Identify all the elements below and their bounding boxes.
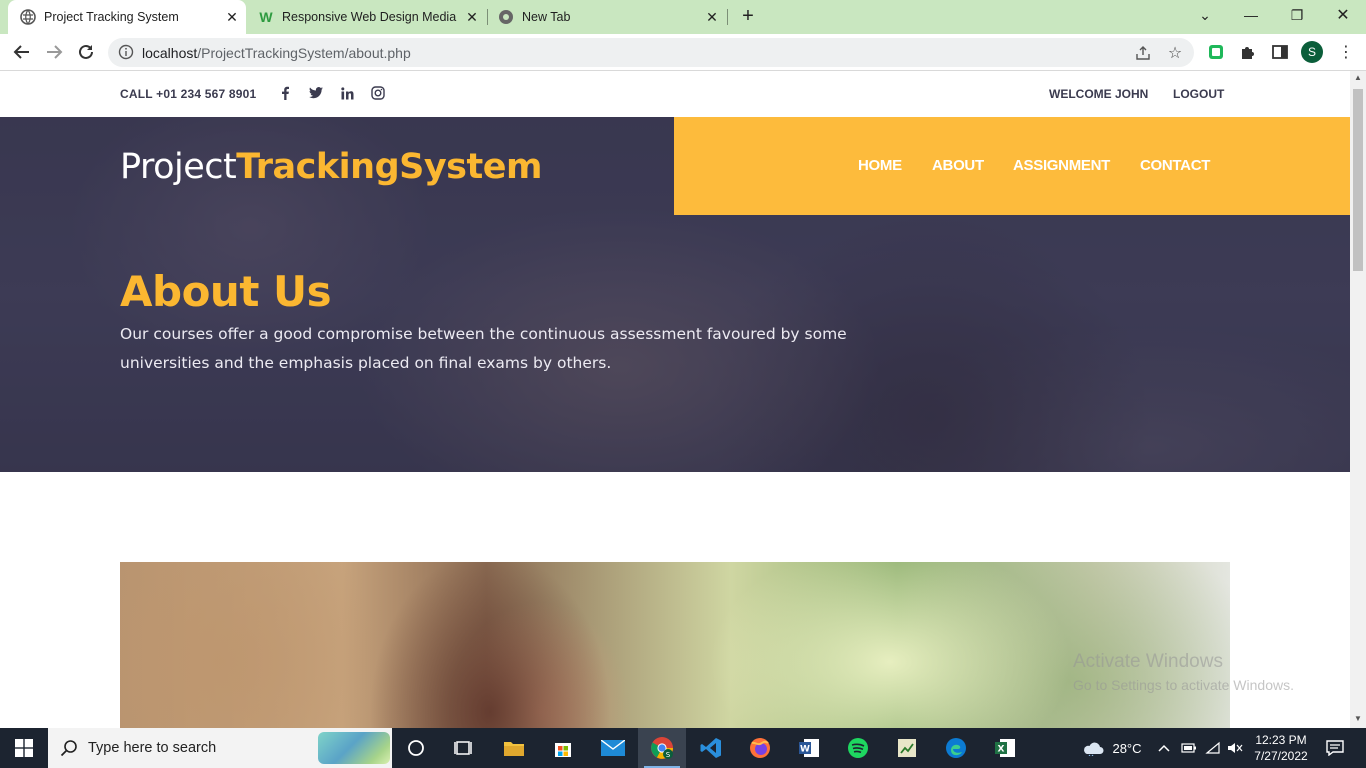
nav-home[interactable]: HOME	[858, 157, 902, 174]
taskbar-search-box[interactable]: Type here to search	[48, 728, 392, 768]
excel-icon[interactable]: X	[981, 728, 1029, 768]
tab-title: Responsive Web Design Media Q	[282, 10, 458, 24]
call-phone-text: CALL +01 234 567 8901	[120, 87, 257, 101]
page-scrollbar[interactable]: ▲ ▼	[1350, 71, 1366, 728]
volume-muted-icon[interactable]	[1226, 728, 1244, 768]
page-viewport: CALL +01 234 567 8901 WELCOME JOHN LOGOU…	[0, 71, 1350, 728]
w-logo-icon: W	[259, 9, 273, 25]
minimize-icon[interactable]: —	[1228, 0, 1274, 30]
window-close-icon[interactable]: ✕	[1320, 0, 1366, 30]
close-icon[interactable]: ✕	[704, 9, 720, 25]
linkedin-icon[interactable]	[339, 85, 355, 101]
svg-text:W: W	[800, 745, 810, 755]
about-hero-banner: ProjectTrackingSystem HOME ABOUT ASSIGNM…	[0, 117, 1350, 472]
watermark-title: Activate Windows	[1073, 651, 1223, 672]
word-icon[interactable]: W	[785, 728, 833, 768]
tab-title: Project Tracking System	[44, 10, 179, 24]
svg-text:X: X	[998, 745, 1005, 755]
nav-assignment[interactable]: ASSIGNMENT	[1013, 157, 1110, 174]
tab-divider	[727, 9, 728, 25]
scrollbar-thumb[interactable]	[1353, 89, 1363, 271]
search-placeholder: Type here to search	[88, 740, 217, 756]
main-navigation: HOME ABOUT ASSIGNMENT CONTACT	[674, 117, 1350, 215]
about-student-photo	[120, 562, 1230, 728]
weather-temperature[interactable]: 28°C	[1110, 728, 1144, 768]
site-info-icon[interactable]	[118, 44, 134, 60]
extensions-puzzle-icon[interactable]	[1238, 42, 1258, 62]
hero-description: Our courses offer a good compromise betw…	[120, 325, 847, 372]
clock-date: 7/27/2022	[1254, 749, 1308, 763]
wifi-icon[interactable]	[1204, 728, 1222, 768]
forward-arrow-icon[interactable]	[42, 40, 66, 64]
reload-icon[interactable]	[74, 40, 98, 64]
twitter-icon[interactable]	[308, 85, 324, 101]
nav-contact[interactable]: CONTACT	[1140, 157, 1210, 174]
close-icon[interactable]: ✕	[464, 9, 480, 25]
chart-app-icon[interactable]	[883, 728, 931, 768]
search-highlight-illustration	[318, 732, 390, 764]
extension-green-icon[interactable]	[1206, 42, 1226, 62]
logout-link[interactable]: LOGOUT	[1173, 87, 1224, 101]
chevron-up-icon[interactable]	[1156, 728, 1172, 768]
svg-text:S: S	[666, 751, 671, 759]
mail-icon[interactable]	[589, 728, 637, 768]
vscode-icon[interactable]	[687, 728, 735, 768]
clock-time: 12:23 PM	[1255, 733, 1307, 747]
weather-cloud-icon[interactable]	[1080, 728, 1106, 768]
spotify-icon[interactable]	[834, 728, 882, 768]
instagram-icon[interactable]	[370, 85, 386, 101]
firefox-icon[interactable]	[736, 728, 784, 768]
file-explorer-icon[interactable]	[490, 728, 538, 768]
tab-project-tracking[interactable]: Project Tracking System ✕	[8, 0, 246, 34]
edge-icon[interactable]	[932, 728, 980, 768]
logo-plain-text: Project	[120, 147, 237, 187]
browser-toolbar: localhost/ProjectTrackingSystem/about.ph…	[0, 34, 1366, 71]
profile-avatar[interactable]: S	[1301, 41, 1323, 63]
scroll-up-arrow-icon[interactable]: ▲	[1350, 73, 1366, 87]
tab-search-chevron-icon[interactable]: ⌄	[1182, 0, 1228, 30]
facebook-icon[interactable]	[277, 85, 293, 101]
back-arrow-icon[interactable]	[10, 40, 34, 64]
browser-tab-strip: Project Tracking System ✕ W Responsive W…	[0, 0, 1366, 34]
windows-start-icon[interactable]	[0, 728, 48, 768]
share-icon[interactable]	[1134, 44, 1152, 62]
search-icon	[60, 739, 78, 757]
bookmark-star-icon[interactable]: ☆	[1166, 44, 1184, 62]
site-logo[interactable]: ProjectTrackingSystem	[120, 147, 542, 187]
tab-title: New Tab	[522, 10, 571, 24]
new-tab-plus-icon[interactable]: +	[737, 6, 759, 28]
restore-icon[interactable]: ❐	[1274, 0, 1320, 30]
tab-divider	[487, 9, 488, 25]
activate-windows-watermark: Activate Windows Go to Settings to activ…	[1073, 651, 1294, 693]
address-bar[interactable]: localhost/ProjectTrackingSystem/about.ph…	[108, 38, 1194, 67]
cortana-icon[interactable]	[392, 728, 440, 768]
top-info-bar: CALL +01 234 567 8901 WELCOME JOHN LOGOU…	[0, 71, 1350, 117]
notification-center-icon[interactable]	[1322, 728, 1348, 768]
close-icon[interactable]: ✕	[224, 9, 240, 25]
watermark-subtitle: Go to Settings to activate Windows.	[1073, 677, 1294, 693]
tab-new-tab[interactable]: New Tab ✕	[490, 0, 726, 34]
chrome-taskbar-icon[interactable]: S	[638, 728, 686, 768]
globe-icon	[20, 9, 36, 25]
microsoft-store-icon[interactable]	[539, 728, 587, 768]
logo-accent-text: TrackingSystem	[236, 147, 542, 187]
nav-about[interactable]: ABOUT	[932, 157, 984, 174]
url-text: localhost/ProjectTrackingSystem/about.ph…	[142, 45, 411, 61]
chrome-icon	[498, 9, 514, 25]
more-menu-icon[interactable]: ⋮	[1336, 42, 1356, 62]
tab-responsive-web-design[interactable]: W Responsive Web Design Media Q ✕	[250, 0, 486, 34]
page-title: About Us	[120, 267, 332, 316]
task-view-icon[interactable]	[440, 728, 488, 768]
battery-icon[interactable]	[1180, 728, 1198, 768]
windows-taskbar: Type here to search S W X 28°C 12:23 PM …	[0, 728, 1366, 768]
welcome-user-text: WELCOME JOHN	[1049, 87, 1149, 101]
system-clock[interactable]: 12:23 PM 7/27/2022	[1252, 732, 1310, 764]
side-panel-icon[interactable]	[1270, 42, 1290, 62]
scroll-down-arrow-icon[interactable]: ▼	[1350, 714, 1366, 728]
